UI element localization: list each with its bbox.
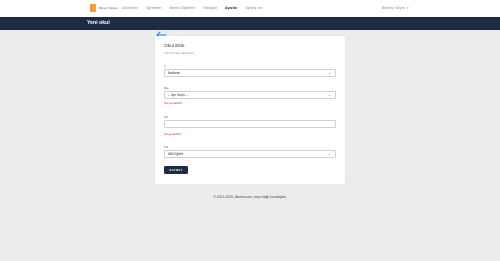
ilce-select-value: -- İlçe Seçin --	[168, 93, 188, 97]
nav-item-benim-ogelerim[interactable]: Benim Öğelerim	[170, 0, 196, 17]
chevron-down-icon: ▾	[406, 6, 409, 10]
page-header: Yeni okul	[0, 17, 500, 30]
ilce-error: İlçe gereklidir!	[164, 101, 183, 105]
ilce-label: İlçe	[164, 86, 169, 90]
user-name: Bölmey Seçim	[382, 6, 405, 10]
ad-error: Ad gereklidir!	[164, 132, 182, 136]
page-title: Yeni okul	[87, 20, 110, 26]
nav-item-mesajlar[interactable]: Mesajlar	[203, 0, 217, 17]
form-title: Okul Ekle	[164, 44, 185, 49]
ad-input[interactable]	[164, 120, 336, 128]
nav-item-ayarlar[interactable]: Ayarlar	[225, 0, 237, 17]
il-select-value: Balıkesir	[168, 71, 181, 75]
footer-copyright: © 2022-2025. bilsem.com, veya bağlı kuru…	[213, 195, 287, 199]
school-form-card: Okul Ekle Yeni bir okul oluşturun. İl Ba…	[155, 36, 345, 184]
tur-select-value: Milli Eğitim	[168, 152, 184, 156]
ilce-select[interactable]: -- İlçe Seçin -- ⌄	[164, 91, 336, 99]
chevron-down-icon: ⌄	[328, 152, 331, 156]
il-label: İl	[164, 64, 166, 68]
brand-name: Bilsem Market	[99, 6, 119, 10]
brand-logo[interactable]: Bilsem Market	[90, 4, 118, 12]
tur-select[interactable]: Milli Eğitim ⌄	[164, 150, 336, 158]
top-navigation: Bilsem Market Ürünlerim Öğretmen Benim Ö…	[0, 0, 500, 18]
nav-item-siparis-ver[interactable]: Sipariş ver	[245, 0, 262, 17]
il-select[interactable]: Balıkesir ⌄	[164, 69, 336, 77]
ad-label: Ad	[164, 115, 168, 119]
nav-item-ogretmen[interactable]: Öğretmen	[146, 0, 162, 17]
tur-label: Tür	[164, 145, 169, 149]
nav-item-urunlerim[interactable]: Ürünlerim	[122, 0, 138, 17]
chevron-down-icon: ⌄	[328, 71, 331, 75]
chevron-down-icon: ⌄	[328, 93, 331, 97]
save-button[interactable]: KAYDET	[164, 166, 188, 174]
logo-mark-icon	[90, 4, 96, 12]
nav-links: Ürünlerim Öğretmen Benim Öğelerim Mesajl…	[122, 0, 270, 17]
form-subtitle: Yeni bir okul oluşturun.	[164, 51, 195, 55]
user-menu[interactable]: Bölmey Seçim ▾	[382, 0, 408, 17]
